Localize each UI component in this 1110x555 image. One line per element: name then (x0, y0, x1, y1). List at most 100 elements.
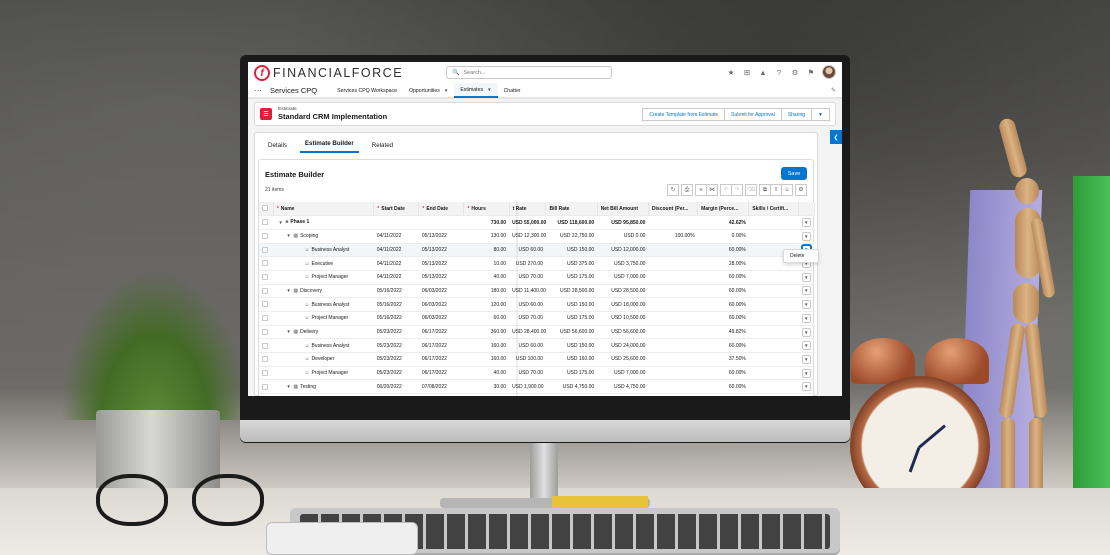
row-menu-button[interactable]: ▼ (801, 341, 811, 351)
cell-hours[interactable]: 30.00 (463, 379, 510, 395)
row-menu-button[interactable]: ▼ (801, 354, 811, 364)
row-menu-button[interactable]: ▼ (801, 382, 811, 392)
cell-hours[interactable]: 360.00 (463, 325, 510, 340)
cell-start[interactable]: 04/11/2022 (373, 270, 419, 285)
cell-end[interactable]: 05/13/2022 (418, 243, 464, 258)
settings-icon[interactable]: ⚙ (795, 184, 807, 196)
cell-skills[interactable] (748, 379, 799, 395)
cell-hours[interactable]: 160.00 (463, 352, 510, 367)
cell-cost[interactable]: USD 60.00 (509, 297, 546, 312)
cell-disc[interactable] (648, 215, 698, 230)
row-checkbox[interactable] (259, 256, 274, 271)
cell-cost[interactable]: USD 70.00 (509, 270, 546, 285)
row-menu-button[interactable]: ▼ (801, 327, 811, 337)
cell-bill[interactable]: USD 4,750.00 (545, 379, 598, 395)
cell-disc[interactable] (648, 270, 698, 285)
cell-disc[interactable] (648, 379, 698, 395)
cell-margin[interactable]: 28.00% (697, 256, 749, 271)
cell-disc[interactable]: 100.00% (648, 229, 698, 244)
group-row[interactable]: ▼ ▦ Scoping 04/11/2022 05/13/2022 130.00 USD 1… (259, 229, 815, 244)
chevron-down-icon[interactable]: ▼ (286, 288, 291, 293)
cell-hours[interactable]: 10.00 (463, 256, 510, 271)
cell-net[interactable]: USD 18,000.00 (597, 297, 649, 312)
table-row[interactable]: ☺ Business Analyst 05/23/2022 06/17/2022 160… (259, 338, 815, 354)
row-checkbox[interactable] (259, 311, 274, 326)
cell-bill[interactable]: USD 150.00 (545, 243, 598, 258)
collapse-panel-icon[interactable]: ❮ (830, 130, 842, 144)
row-checkbox[interactable] (259, 352, 274, 367)
tab-estimate-builder[interactable]: Estimate Builder (299, 140, 359, 153)
table-row[interactable]: ☺ Executive 04/11/2022 05/13/2022 10.00 USD 2… (259, 256, 815, 271)
cell-skills[interactable] (748, 215, 799, 230)
row-menu-button[interactable]: ▼ (801, 286, 811, 296)
nav-item-chatter[interactable]: Chatter (498, 83, 527, 98)
cell-skills[interactable] (748, 338, 799, 354)
search-input[interactable] (463, 69, 604, 76)
row-name[interactable]: ☺ Executive (273, 256, 374, 271)
row-checkbox[interactable] (259, 270, 274, 285)
print-icon[interactable]: ⎙ (681, 184, 693, 196)
cell-disc[interactable] (648, 311, 698, 326)
cell-cost[interactable]: USD 11,400.00 (509, 284, 546, 299)
row-menu-button[interactable]: ▼ (801, 300, 811, 310)
cell-start[interactable]: 05/16/2022 (373, 297, 419, 312)
row-menu-button[interactable]: ▼ (801, 368, 811, 378)
row-menu-button[interactable]: ▼ (801, 231, 811, 241)
row-checkbox[interactable] (259, 229, 274, 244)
row-checkbox[interactable] (259, 366, 274, 381)
add-icon[interactable]: ⊞ (742, 68, 752, 77)
cell-hours[interactable]: 80.00 (463, 243, 510, 258)
more-actions-button[interactable]: ▼ (812, 108, 830, 121)
collapse-all-icon[interactable]: ⋈ (706, 184, 718, 196)
cell-end[interactable]: 06/03/2022 (418, 284, 464, 299)
resource-icon[interactable]: ☺ (781, 184, 793, 196)
cell-margin[interactable]: 37.50% (697, 352, 749, 367)
cell-cost[interactable]: USD 12,300.00 (509, 229, 546, 244)
col-cost-rate[interactable]: t Rate (509, 202, 547, 217)
cell-bill[interactable]: USD 22,750.00 (545, 229, 598, 244)
table-row[interactable]: ☺ Project Manager 05/16/2022 06/03/2022 60.0… (259, 311, 815, 326)
cell-net[interactable]: USD 28,500.00 (597, 284, 649, 299)
cell-end[interactable]: 07/08/2022 (418, 379, 464, 395)
cell-start[interactable]: 06/20/2022 (373, 379, 419, 395)
chevron-down-icon[interactable]: ▼ (286, 329, 291, 334)
cell-end[interactable]: 06/17/2022 (418, 366, 464, 381)
phase-row[interactable]: ▼ ■ Phase 1 730.00 USD 55,000.00 USD 118,600.… (259, 215, 815, 230)
cell-disc[interactable] (648, 352, 698, 367)
cell-hours[interactable]: 160.00 (463, 338, 510, 354)
cell-skills[interactable] (748, 270, 799, 285)
cell-skills[interactable] (748, 284, 799, 299)
chevron-down-icon[interactable]: ▼ (286, 384, 291, 389)
cell-margin[interactable]: 60.00% (697, 379, 749, 395)
cell-margin[interactable]: 60.00% (697, 366, 749, 381)
redo-icon[interactable]: ↷ (731, 184, 743, 196)
trailhead-icon[interactable]: ▲ (758, 68, 768, 77)
cell-disc[interactable] (648, 325, 698, 340)
cell-margin[interactable]: 60.00% (697, 243, 749, 258)
row-name[interactable]: ▼ ▦ Scoping (273, 229, 374, 244)
cell-hours[interactable]: 60.00 (463, 311, 510, 326)
delete-icon[interactable]: ⌫ (745, 184, 757, 196)
cell-bill[interactable]: USD 175.00 (545, 311, 598, 326)
cell-start[interactable]: 05/23/2022 (373, 352, 419, 367)
cell-start[interactable]: 05/23/2022 (373, 366, 419, 381)
col-bill-rate[interactable]: Bill Rate (545, 202, 598, 217)
cell-hours[interactable]: 130.00 (463, 229, 510, 244)
cell-cost[interactable]: USD 70.00 (509, 366, 546, 381)
cell-start[interactable]: 05/16/2022 (373, 284, 419, 299)
cell-end[interactable]: 06/17/2022 (418, 338, 464, 354)
cell-cost[interactable]: USD 100.00 (509, 352, 546, 367)
cell-net[interactable]: USD 25,600.00 (597, 352, 649, 367)
cell-start[interactable]: 04/11/2022 (373, 256, 419, 271)
cell-margin[interactable]: 42.62% (697, 215, 749, 230)
cell-skills[interactable] (748, 229, 799, 244)
row-checkbox[interactable] (259, 297, 274, 312)
cell-start[interactable] (373, 215, 419, 230)
cell-skills[interactable] (748, 297, 799, 312)
col-skills[interactable]: Skills / Certifi... (748, 202, 799, 217)
cell-end[interactable]: 06/03/2022 (418, 311, 464, 326)
row-name[interactable]: ☺ Business Analyst (273, 338, 374, 354)
col-hours[interactable]: * Hours (463, 202, 510, 217)
row-name[interactable]: ▼ ▦ Delivery (273, 325, 374, 340)
row-name[interactable]: ▼ ▦ Testing (273, 379, 374, 395)
